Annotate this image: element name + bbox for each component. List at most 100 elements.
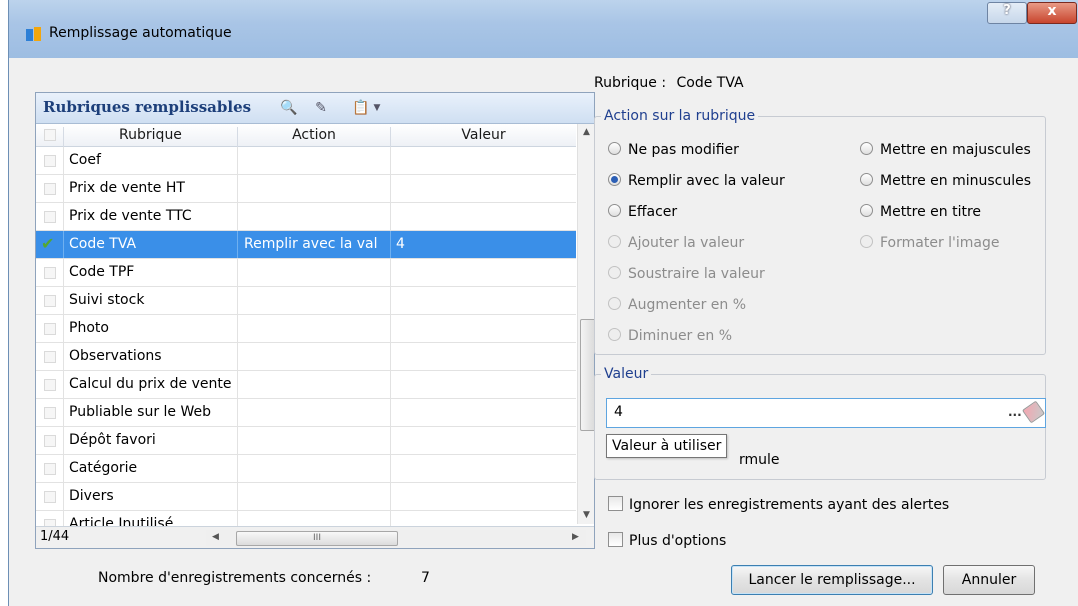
radio-ne-pas-modifier[interactable]: Ne pas modifier (608, 142, 739, 158)
vertical-scroll-thumb[interactable] (580, 319, 594, 431)
row-checkbox[interactable] (44, 491, 56, 503)
radio-button[interactable] (608, 142, 621, 155)
cell-rubrique: Code TVA (69, 236, 137, 252)
table-row[interactable]: Code TPF (36, 259, 576, 287)
radio-mettre-en-titre[interactable]: Mettre en titre (860, 204, 981, 220)
grid-footer: 1/44 ◀ III ▶ (36, 526, 594, 548)
column-header-valeur[interactable]: Valeur (391, 127, 576, 143)
fields-grid[interactable]: Rubriques remplissables 🔍 ✎ 📋 ▼ Rubrique… (35, 92, 595, 549)
scroll-left-icon[interactable]: ◀ (212, 532, 219, 542)
radio-effacer[interactable]: Effacer (608, 204, 677, 220)
grid-header: Rubrique Action Valeur (36, 124, 576, 149)
ignore-alerts-box[interactable] (608, 496, 623, 511)
column-header-action[interactable]: Action (238, 127, 390, 143)
dialog-window: Remplissage automatique ? x Rubriques re… (8, 0, 1078, 606)
table-row[interactable]: ✔ Code TVA Remplir avec la val 4 (36, 231, 576, 259)
row-checkbox[interactable] (44, 211, 56, 223)
radio-ajouter-la-valeur: Ajouter la valeur (608, 235, 744, 251)
select-all-checkbox[interactable] (44, 129, 56, 141)
count-value: 7 (421, 570, 430, 586)
radio-button[interactable] (608, 204, 621, 217)
radio-button[interactable] (608, 173, 621, 186)
cell-rubrique: Code TPF (69, 264, 135, 280)
scroll-down-icon[interactable]: ▼ (583, 510, 590, 520)
grid-rows: Coef Prix de vente HT Prix de vente TTC ✔ Co… (36, 147, 576, 539)
row-checkbox[interactable] (44, 351, 56, 363)
row-checkbox[interactable] (44, 435, 56, 447)
cell-rubrique: Coef (69, 152, 101, 168)
radio-label: Mettre en titre (880, 204, 982, 220)
row-checkbox[interactable] (44, 267, 56, 279)
title-bar[interactable]: Remplissage automatique ? x (9, 0, 1078, 58)
vertical-scrollbar[interactable]: ▲ ▼ (577, 124, 594, 524)
radio-label: Effacer (628, 204, 678, 220)
table-row[interactable]: Photo (36, 315, 576, 343)
radio-soustraire-la-valeur: Soustraire la valeur (608, 266, 765, 282)
more-options-checkbox[interactable]: Plus d'options (608, 532, 726, 549)
close-button[interactable]: x (1027, 2, 1077, 24)
radio-label: Ajouter la valeur (628, 235, 745, 251)
table-row[interactable]: Observations (36, 343, 576, 371)
record-counter: 1/44 (40, 529, 70, 544)
radio-button (608, 266, 621, 279)
scroll-up-icon[interactable]: ▲ (583, 127, 590, 137)
radio-label: Mettre en minuscules (880, 173, 1032, 189)
cell-rubrique: Prix de vente TTC (69, 208, 192, 224)
radio-button[interactable] (860, 173, 873, 186)
radio-label: Mettre en majuscules (880, 142, 1031, 158)
table-row[interactable]: Divers (36, 483, 576, 511)
radio-button (608, 328, 621, 341)
more-options-box[interactable] (608, 532, 623, 547)
launch-button[interactable]: Lancer le remplissage... (731, 565, 933, 595)
cell-action: Remplir avec la val (244, 236, 378, 252)
row-checkbox[interactable] (44, 407, 56, 419)
formula-label: rmule (739, 452, 780, 468)
help-button[interactable]: ? (987, 2, 1027, 24)
cancel-button[interactable]: Annuler (943, 565, 1035, 595)
browse-button[interactable]: ... (1008, 401, 1024, 423)
radio-button (860, 235, 873, 248)
ignore-alerts-checkbox[interactable]: Ignorer les enregistrements ayant des al… (608, 496, 949, 513)
row-checkbox[interactable] (44, 155, 56, 167)
chevron-down-icon[interactable]: ▼ (368, 99, 386, 117)
valeur-input[interactable]: 4 ... (606, 398, 1046, 428)
radio-remplir-avec-la-valeur[interactable]: Remplir avec la valeur (608, 173, 785, 189)
rubrique-value: Code TVA (676, 75, 744, 91)
radio-label: Augmenter en % (628, 297, 747, 313)
cell-rubrique: Observations (69, 348, 162, 364)
table-row[interactable]: Publiable sur le Web (36, 399, 576, 427)
radio-augmenter-en: Augmenter en % (608, 297, 746, 313)
table-row[interactable]: Prix de vente HT (36, 175, 576, 203)
table-row[interactable]: Suivi stock (36, 287, 576, 315)
valeur-legend: Valeur (604, 366, 649, 382)
grid-toolbar: Rubriques remplissables 🔍 ✎ 📋 ▼ (36, 93, 594, 124)
column-header-rubrique[interactable]: Rubrique (64, 127, 237, 143)
row-checkbox[interactable] (44, 295, 56, 307)
radio-button (608, 235, 621, 248)
row-checkbox[interactable] (44, 463, 56, 475)
radio-label: Remplir avec la valeur (628, 173, 785, 189)
horizontal-scroll-thumb[interactable]: III (236, 531, 398, 546)
eraser-icon[interactable] (1021, 400, 1046, 424)
cell-rubrique: Prix de vente HT (69, 180, 185, 196)
radio-mettre-en-minuscules[interactable]: Mettre en minuscules (860, 173, 1031, 189)
radio-button[interactable] (860, 142, 873, 155)
row-checkbox[interactable] (44, 183, 56, 195)
row-checkbox[interactable] (44, 379, 56, 391)
radio-diminuer-en: Diminuer en % (608, 328, 732, 344)
radio-button[interactable] (860, 204, 873, 217)
scroll-right-icon[interactable]: ▶ (572, 532, 579, 542)
radio-mettre-en-majuscules[interactable]: Mettre en majuscules (860, 142, 1031, 158)
row-checkbox[interactable] (44, 323, 56, 335)
preview-icon[interactable]: 🔍 (280, 99, 298, 117)
export-icon[interactable]: ✎ (312, 99, 330, 117)
table-row[interactable]: Calcul du prix de vente (36, 371, 576, 399)
table-row[interactable]: Catégorie (36, 455, 576, 483)
checkmark-icon[interactable]: ✔ (41, 234, 54, 253)
table-row[interactable]: Prix de vente TTC (36, 203, 576, 231)
table-row[interactable]: Dépôt favori (36, 427, 576, 455)
radio-button (608, 297, 621, 310)
radio-label: Diminuer en % (628, 328, 733, 344)
horizontal-scrollbar[interactable]: ◀ III ▶ (206, 530, 586, 546)
table-row[interactable]: Coef (36, 147, 576, 175)
